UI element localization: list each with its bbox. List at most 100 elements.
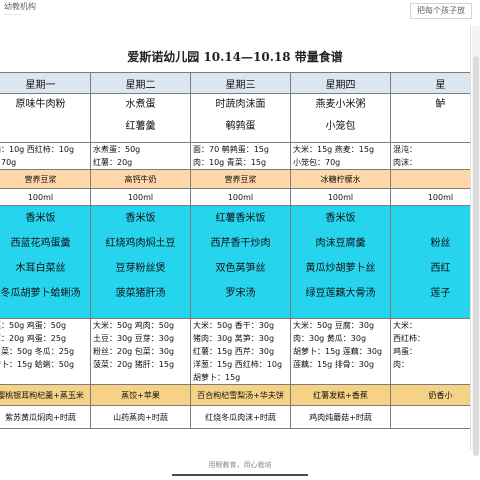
dinner-row-cell: 山药蒸肉+时蔬 bbox=[90, 405, 191, 429]
lunch-ingredients-row-item: 胡萝卜：15g bbox=[193, 373, 241, 382]
lunch-row-item: 西蓝花鸡蛋羹 bbox=[10, 238, 71, 249]
breakfast-ingredients-row-item: 大米：15g 燕麦：15g bbox=[293, 145, 375, 154]
lunch-ingredients-row-item: 萝卜：15g 蛤蜊：50g bbox=[0, 360, 75, 369]
lunch-ingredients-row-item: 鸡蛋： bbox=[393, 347, 417, 356]
menu-sheet: 爱斯诺幼儿园 10.14—10.18 带量食谱 星期一 星期二 星期三 星期四星原味牛… bbox=[0, 26, 471, 450]
lunch-ingredients-row-item: 菠菜：20g 猪肝：15g bbox=[93, 360, 175, 369]
afternoon-snack-row: 樱桃银耳枸杞羹+蒸玉米 蒸饺+苹果 百合枸杞雪梨汤+华夫饼 红薯发糕+香蕉 奶香小 bbox=[0, 384, 470, 406]
lunch-ingredients-row-cell: 大米：50g 香干：30g 猪肉：30g 莴笋：30g 红薯：15g 西芹：30g 洋… bbox=[190, 318, 291, 385]
lunch-ingredients-row-item: 菜：50g 鸡蛋：50g bbox=[0, 321, 67, 330]
lunch-row-item: 粉丝 bbox=[430, 238, 451, 249]
breakfast-ingredients-row-cell: 混沌： 肉沫： bbox=[390, 142, 470, 170]
lunch-ingredients-row-cell: 菜：50g 鸡蛋：50g 耳：20g 鸡蛋：25g 白菜：50g 冬瓜：25g 萝卜：… bbox=[0, 318, 91, 385]
snack-amount-row-cell: 100ml bbox=[0, 188, 91, 206]
lunch-row-item: 绿豆莲藕大骨汤 bbox=[305, 288, 376, 299]
dinner-row-cell bbox=[390, 405, 470, 429]
breakfast-ingredients-row-item: 混沌： bbox=[393, 145, 417, 154]
lunch-row-item: 肉沫豆腐羹 bbox=[315, 238, 366, 249]
breakfast-row-cell: 燕麦小米粥 小笼包 bbox=[290, 93, 391, 143]
lunch-ingredients-row-item: 红薯：15g 西芹：30g bbox=[193, 347, 275, 356]
lunch-row-item: 红烧鸡肉焖土豆 bbox=[105, 238, 176, 249]
footer: 用眼教育，用心栽培 bbox=[0, 456, 480, 480]
lunch-row-item: 罗宋汤 bbox=[225, 288, 256, 299]
breakfast-row: 原味牛肉粉 水煮蛋 红薯羹 时蔬肉沫面 鹌鹑蛋 燕麦小米粥 小笼包鲈 bbox=[0, 93, 471, 143]
breakfast-ingredients-row-cell: 面：70 鹌鹑蛋：15g 肉：10g 青菜：15g bbox=[190, 142, 291, 170]
breakfast-ingredients-row-item: 肉：10g 西红柿：10g bbox=[0, 145, 75, 154]
lunch-row-item: 豆芽粉丝煲 bbox=[115, 263, 166, 274]
morning-snack-row-cell: 营养豆浆 bbox=[0, 169, 91, 189]
afternoon-snack-row-cell: 奶香小 bbox=[390, 384, 470, 406]
breakfast-row-item: 红薯羹 bbox=[125, 121, 156, 132]
afternoon-snack-row-cell: 蒸饺+苹果 bbox=[90, 384, 191, 406]
breakfast-ingredients-row-item: ：70g bbox=[0, 158, 17, 167]
breakfast-ingredients-row-item: 面：70 鹌鹑蛋：15g bbox=[193, 145, 269, 154]
breakfast-row-item bbox=[392, 116, 471, 138]
lunch-ingredients-row-item: 莲藕：15g 排骨：30g bbox=[293, 360, 375, 369]
breakfast-ingredients-row-item: 水煮蛋：50g bbox=[93, 145, 141, 154]
day-header-cell: 星期二 bbox=[90, 72, 191, 94]
snack-amount-row-cell: 100ml bbox=[390, 188, 470, 206]
lunch-row-item: 香米饭 bbox=[325, 213, 356, 224]
breakfast-ingredients-row-cell: 大米：15g 燕麦：15g 小笼包：70g bbox=[290, 142, 391, 170]
morning-snack-row: 营养豆浆 高钙牛奶 营养豆浆 冰糖柠檬水 bbox=[0, 169, 470, 189]
breakfast-row-item: 燕麦小米粥 bbox=[315, 99, 366, 110]
footer-line bbox=[172, 474, 308, 476]
lunch-row-item: 冬瓜胡萝卜蛤蜊汤 bbox=[0, 288, 81, 299]
day-header-cell: 星 bbox=[390, 72, 470, 94]
morning-snack-row-cell bbox=[390, 169, 470, 189]
snack-amount-row: 100ml 100ml 100ml 100ml 100ml bbox=[0, 188, 470, 206]
dinner-row: 紫苏黄瓜焖肉+时蔬 山药蒸肉+时蔬 红烧冬瓜肉沫+时蔬 鸡肉炖蘑菇+时蔬 bbox=[0, 405, 470, 429]
morning-snack-row-cell: 冰糖柠檬水 bbox=[290, 169, 391, 189]
lunch-ingredients-row-item: 大米：50g 鸡肉：50g bbox=[93, 321, 175, 330]
slogan-box: 把每个孩子放 bbox=[410, 3, 472, 19]
brand-subtitle: —— —— bbox=[4, 12, 22, 17]
lunch-row-item: 黄瓜炒胡萝卜丝 bbox=[305, 263, 376, 274]
lunch-ingredients-row-cell: 大米： 西红柿： 鸡蛋： 肉： bbox=[390, 318, 470, 385]
brand-logo: 幼教机构 bbox=[4, 2, 36, 11]
breakfast-row-item: 鲈 bbox=[435, 99, 446, 110]
lunch-ingredients-row-item: 肉：30g 黄瓜：30g bbox=[293, 334, 367, 343]
afternoon-snack-row-cell: 红薯发糕+香蕉 bbox=[290, 384, 391, 406]
breakfast-row-item bbox=[0, 116, 90, 138]
lunch-ingredients-row-cell: 大米：50g 豆腐：30g 肉：30g 黄瓜：30g 胡萝卜：15g 莲藕：30g 莲… bbox=[290, 318, 391, 385]
afternoon-snack-row-cell: 百合枸杞雪梨汤+华夫饼 bbox=[190, 384, 291, 406]
snack-amount-row-cell: 100ml bbox=[90, 188, 191, 206]
scrollbar-thumb[interactable] bbox=[473, 56, 479, 456]
lunch-row-item: 西芹香干炒肉 bbox=[210, 238, 271, 249]
breakfast-row-cell: 水煮蛋 红薯羹 bbox=[90, 93, 191, 143]
day-header-cell: 星期一 bbox=[0, 72, 91, 94]
lunch-row-item bbox=[392, 207, 471, 232]
breakfast-ingredients-row-item: 肉沫： bbox=[393, 158, 417, 167]
breakfast-ingredients-row-cell: 肉：10g 西红柿：10g ：70g bbox=[0, 142, 91, 170]
lunch-ingredients-row-item: 粉丝：20g 包菜：30g bbox=[93, 347, 175, 356]
breakfast-row-item: 原味牛肉粉 bbox=[15, 99, 66, 110]
lunch-row-item: 香米饭 bbox=[25, 213, 56, 224]
breakfast-ingredients-row-cell: 水煮蛋：50g 红薯：20g bbox=[90, 142, 191, 170]
breakfast-ingredients-row-item: 红薯：20g bbox=[93, 158, 133, 167]
lunch-row: 香米饭西蓝花鸡蛋羹 木耳白菜丝冬瓜胡萝卜蛤蜊汤 香米饭 红烧鸡肉焖土豆 豆芽粉丝煲 菠菜猪… bbox=[0, 205, 471, 319]
breakfast-row-item: 水煮蛋 bbox=[125, 99, 156, 110]
lunch-ingredients-row-item: 肉： bbox=[393, 360, 409, 369]
lunch-row-cell: 香米饭 红烧鸡肉焖土豆 豆芽粉丝煲 菠菜猪肝汤 bbox=[90, 205, 191, 319]
lunch-row-item: 西红 bbox=[430, 263, 451, 274]
lunch-row-item: 木耳白菜丝 bbox=[15, 263, 66, 274]
day-header: 星期一 星期二 星期三 星期四星 bbox=[0, 72, 470, 94]
lunch-row-item: 红薯香米饭 bbox=[215, 213, 266, 224]
lunch-ingredients-row-cell: 大米：50g 鸡肉：50g 土豆：30g 豆芽：30g 粉丝：20g 包菜：30g 菠… bbox=[90, 318, 191, 385]
scrollbar[interactable] bbox=[472, 26, 480, 456]
lunch-ingredients-row-item: 大米：50g 豆腐：30g bbox=[293, 321, 375, 330]
breakfast-ingredients-row-item: 小笼包：70g bbox=[293, 158, 341, 167]
breakfast-row-item: 小笼包 bbox=[325, 121, 356, 132]
morning-snack-row-cell: 营养豆浆 bbox=[190, 169, 291, 189]
breakfast-row-cell: 时蔬肉沫面 鹌鹑蛋 bbox=[190, 93, 291, 143]
lunch-ingredients-row-item: 洋葱：15g 西红柿：10g bbox=[193, 360, 283, 369]
dinner-row-cell: 紫苏黄瓜焖肉+时蔬 bbox=[0, 405, 91, 429]
lunch-ingredients-row: 菜：50g 鸡蛋：50g 耳：20g 鸡蛋：25g 白菜：50g 冬瓜：25g 萝卜：… bbox=[0, 318, 470, 385]
afternoon-snack-row-cell: 樱桃银耳枸杞羹+蒸玉米 bbox=[0, 384, 91, 406]
lunch-ingredients-row-item: 猪肉：30g 莴笋：30g bbox=[193, 334, 275, 343]
lunch-row-cell: 香米饭肉沫豆腐羹黄瓜炒胡萝卜丝 绿豆莲藕大骨汤 bbox=[290, 205, 391, 319]
lunch-ingredients-row-item: 胡萝卜：15g 莲藕：30g bbox=[293, 347, 383, 356]
footer-text: 用眼教育，用心栽培 bbox=[208, 461, 272, 469]
lunch-ingredients-row-item: 土豆：30g 豆芽：30g bbox=[93, 334, 175, 343]
menu-table: 星期一 星期二 星期三 星期四星原味牛肉粉 水煮蛋 红薯羹 时蔬肉沫面 鹌鹑蛋 燕麦小米粥 小笼包… bbox=[0, 72, 471, 429]
